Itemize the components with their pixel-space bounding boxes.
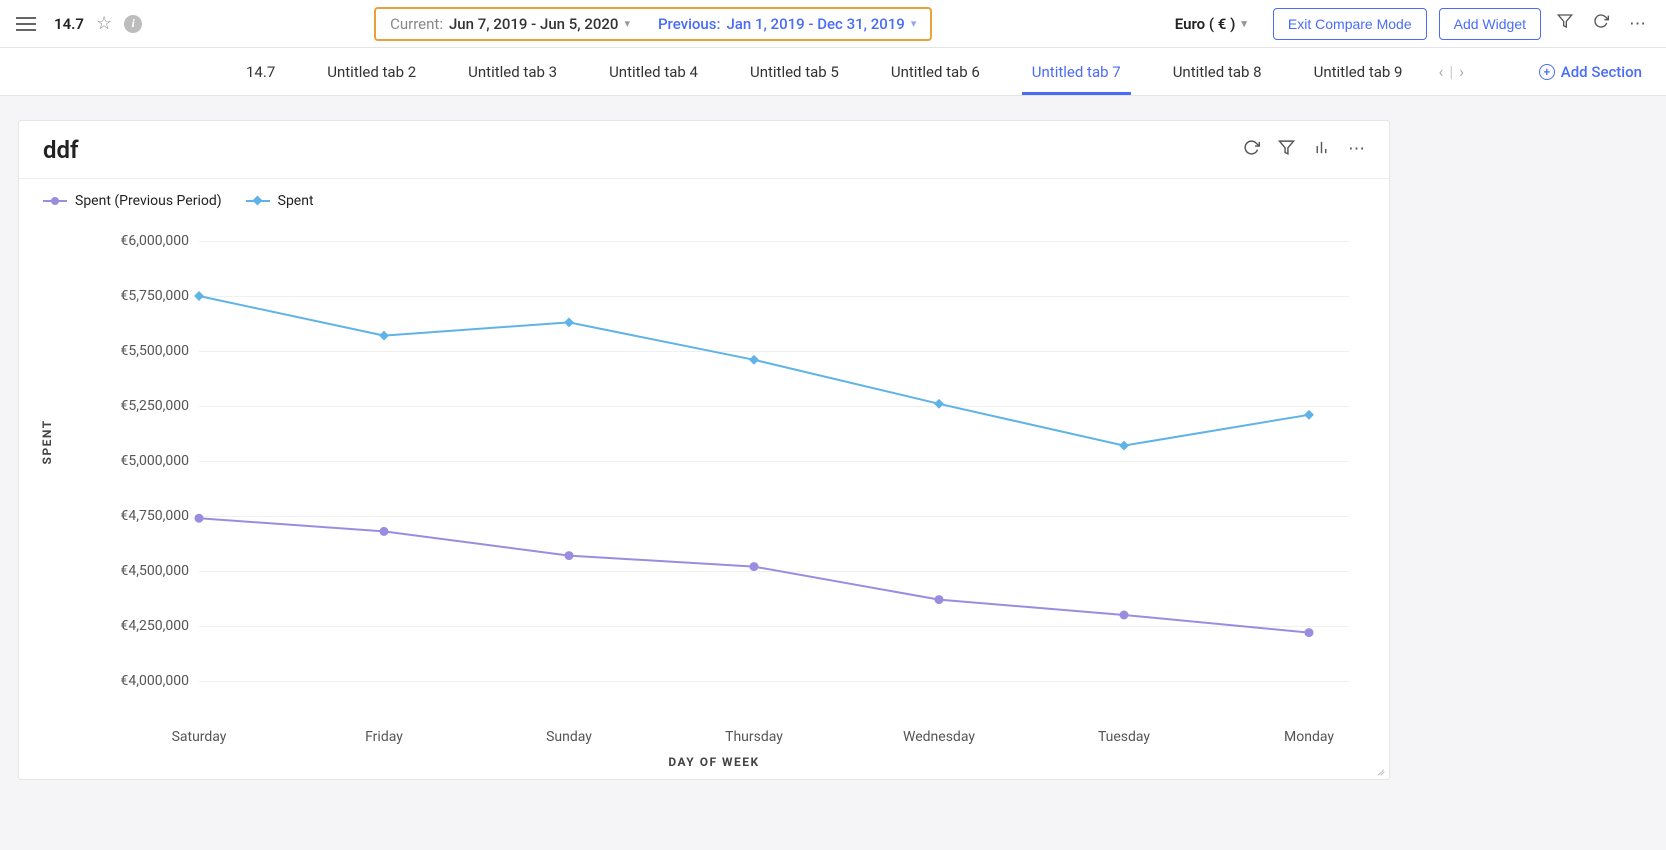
tab-nav: ‹ | › (1429, 62, 1475, 81)
tab-untitled-tab-7[interactable]: Untitled tab 7 (1006, 48, 1147, 95)
tab-divider: | (1449, 62, 1453, 81)
y-tick-label: €5,000,000 (79, 453, 189, 469)
more-icon[interactable]: ⋯ (1625, 10, 1650, 38)
series-line-0 (199, 518, 1309, 632)
chart-widget: ddf ⋯ Spent (Previous Period) (18, 120, 1390, 780)
tab-untitled-tab-5[interactable]: Untitled tab 5 (724, 48, 865, 95)
data-point[interactable] (749, 355, 759, 365)
x-tick-label: Wednesday (903, 729, 975, 745)
data-point[interactable] (380, 527, 389, 536)
x-tick-label: Thursday (725, 729, 783, 745)
date-compare-selector: Current: Jun 7, 2019 - Jun 5, 2020 ▾ Pre… (374, 7, 932, 41)
previous-label: Previous: (658, 15, 720, 33)
tab-untitled-tab-8[interactable]: Untitled tab 8 (1147, 48, 1288, 95)
previous-range-value: Jan 1, 2019 - Dec 31, 2019 (726, 15, 904, 33)
legend-marker-current (246, 200, 270, 202)
tab-untitled-tab-4[interactable]: Untitled tab 4 (583, 48, 724, 95)
tab-untitled-tab-2[interactable]: Untitled tab 2 (301, 48, 442, 95)
widget-chart-type-icon[interactable] (1313, 139, 1330, 161)
tab-untitled-tab-9[interactable]: Untitled tab 9 (1288, 48, 1429, 95)
plus-icon: + (1539, 64, 1555, 80)
y-tick-label: €5,500,000 (79, 343, 189, 359)
page-title: 14.7 (54, 15, 84, 33)
series-line-1 (199, 296, 1309, 446)
y-tick-label: €4,250,000 (79, 618, 189, 634)
info-icon[interactable]: i (124, 15, 142, 33)
legend-label-previous: Spent (Previous Period) (75, 193, 222, 209)
chart-legend: Spent (Previous Period) Spent (19, 179, 1389, 209)
x-tick-label: Tuesday (1098, 729, 1150, 745)
y-tick-label: €6,000,000 (79, 233, 189, 249)
resize-handle-icon[interactable] (1373, 763, 1385, 775)
data-point[interactable] (1305, 628, 1314, 637)
tab-untitled-tab-3[interactable]: Untitled tab 3 (442, 48, 583, 95)
data-point[interactable] (195, 514, 204, 523)
chart-area: SPENT DAY OF WEEK €4,000,000€4,250,000€4… (79, 241, 1349, 719)
add-widget-button[interactable]: Add Widget (1439, 8, 1541, 40)
widget-title: ddf (43, 136, 79, 164)
chevron-down-icon: ▾ (1241, 17, 1247, 30)
widget-refresh-icon[interactable] (1243, 139, 1260, 161)
y-axis-label: SPENT (40, 419, 54, 464)
x-axis-label: DAY OF WEEK (668, 755, 759, 769)
data-point[interactable] (194, 291, 204, 301)
y-tick-label: €5,750,000 (79, 288, 189, 304)
current-label: Current: (390, 15, 443, 33)
chevron-down-icon: ▾ (911, 17, 917, 30)
add-section-button[interactable]: + Add Section (1539, 63, 1642, 81)
currency-selector[interactable]: Euro ( € ) ▾ (1175, 15, 1247, 33)
data-point[interactable] (1119, 441, 1129, 451)
add-section-label: Add Section (1561, 63, 1642, 81)
legend-marker-previous (43, 200, 67, 202)
legend-item-previous[interactable]: Spent (Previous Period) (43, 193, 222, 209)
data-point[interactable] (934, 399, 944, 409)
tab-next-icon[interactable]: › (1459, 62, 1464, 81)
menu-icon[interactable] (16, 17, 36, 31)
y-tick-label: €4,750,000 (79, 508, 189, 524)
data-point[interactable] (565, 551, 574, 560)
filter-icon[interactable] (1553, 9, 1577, 38)
current-range-value: Jun 7, 2019 - Jun 5, 2020 (449, 15, 618, 33)
refresh-icon[interactable] (1589, 9, 1613, 38)
legend-label-current: Spent (278, 193, 314, 209)
top-bar: 14.7 ☆ i Current: Jun 7, 2019 - Jun 5, 2… (0, 0, 1666, 48)
chevron-down-icon: ▾ (624, 17, 630, 30)
currency-value: Euro ( € ) (1175, 15, 1236, 33)
tabs-bar: 14.7Untitled tab 2Untitled tab 3Untitled… (0, 48, 1666, 96)
y-tick-label: €4,500,000 (79, 563, 189, 579)
data-point[interactable] (379, 331, 389, 341)
y-tick-label: €4,000,000 (79, 673, 189, 689)
data-point[interactable] (1120, 611, 1129, 620)
x-tick-label: Monday (1284, 729, 1334, 745)
widget-filter-icon[interactable] (1278, 139, 1295, 161)
exit-compare-button[interactable]: Exit Compare Mode (1273, 8, 1427, 40)
x-tick-label: Sunday (546, 729, 592, 745)
data-point[interactable] (935, 595, 944, 604)
widget-more-icon[interactable]: ⋯ (1348, 139, 1365, 161)
legend-item-current[interactable]: Spent (246, 193, 314, 209)
current-date-range[interactable]: Current: Jun 7, 2019 - Jun 5, 2020 ▾ (390, 15, 630, 33)
tab-untitled-tab-6[interactable]: Untitled tab 6 (865, 48, 1006, 95)
data-point[interactable] (564, 317, 574, 327)
star-icon[interactable]: ☆ (96, 13, 112, 34)
x-tick-label: Friday (365, 729, 403, 745)
chart-plot (199, 241, 1339, 719)
tab-14-7[interactable]: 14.7 (220, 48, 301, 95)
widget-header: ddf ⋯ (19, 121, 1389, 179)
x-tick-label: Saturday (172, 729, 227, 745)
previous-date-range[interactable]: Previous: Jan 1, 2019 - Dec 31, 2019 ▾ (658, 15, 916, 33)
tab-prev-icon[interactable]: ‹ (1439, 62, 1444, 81)
data-point[interactable] (750, 562, 759, 571)
data-point[interactable] (1304, 410, 1314, 420)
y-tick-label: €5,250,000 (79, 398, 189, 414)
